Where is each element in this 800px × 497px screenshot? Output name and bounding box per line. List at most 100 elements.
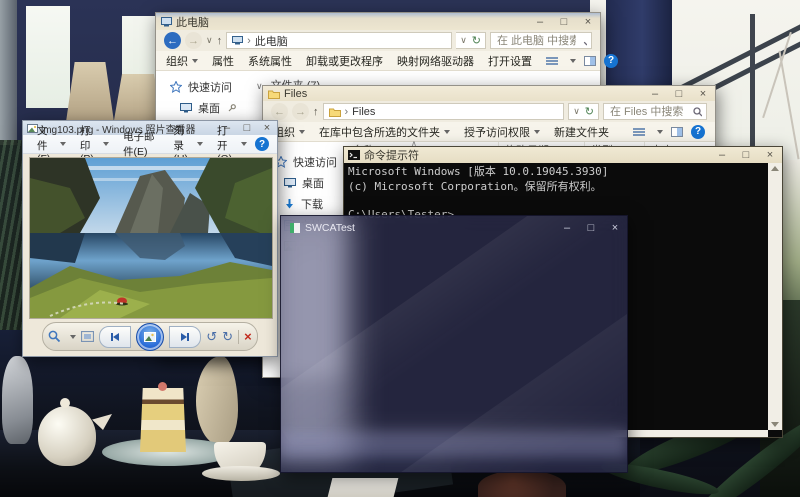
desktop: 此电脑 – □ × ← → ∨ ↑ › 此电脑 ∨ ↻	[0, 0, 800, 497]
toolbar-properties[interactable]: 属性	[212, 53, 234, 69]
help-icon[interactable]: ?	[255, 137, 269, 151]
this-pc-icon	[161, 17, 172, 27]
dropdown-arrow-icon	[299, 130, 305, 134]
preview-pane-icon[interactable]	[671, 127, 683, 137]
wallpaper-cake-cherry	[158, 382, 167, 391]
menu-email[interactable]: 电子邮件(E)	[117, 129, 165, 159]
actual-size-icon[interactable]	[81, 331, 94, 342]
desktop-icon	[284, 178, 296, 188]
back-button[interactable]: ←	[164, 32, 181, 49]
zoom-icon[interactable]	[48, 330, 61, 343]
cmd-titlebar[interactable]: 命令提示符 – □ ×	[344, 147, 782, 163]
search-input[interactable]	[495, 34, 578, 48]
rotate-clockwise-button[interactable]: ↻	[222, 329, 233, 345]
close-button[interactable]: ×	[758, 147, 782, 163]
maximize-button[interactable]: □	[734, 147, 758, 163]
maximize-button[interactable]: □	[667, 86, 691, 101]
scroll-up-icon[interactable]	[771, 166, 779, 171]
preview-pane-icon[interactable]	[584, 56, 596, 66]
breadcrumb[interactable]: › 此电脑	[226, 32, 452, 49]
toolbar-new-folder[interactable]: 新建文件夹	[554, 124, 609, 140]
wallpaper-teapot	[38, 406, 96, 466]
forward-button[interactable]: →	[292, 103, 309, 120]
toolbar-give-access[interactable]: 授予访问权限	[464, 124, 540, 140]
toolbar-open-settings[interactable]: 打开设置	[488, 53, 532, 69]
minimize-button[interactable]: –	[555, 216, 579, 240]
view-dropdown-arrow-icon[interactable]	[657, 130, 663, 134]
pin-icon	[228, 104, 236, 112]
help-icon[interactable]: ?	[604, 54, 618, 68]
sidebar-label: 下载	[301, 196, 323, 212]
wallpaper-cake	[140, 388, 186, 452]
swca-app-icon	[290, 223, 300, 233]
address-dropdown[interactable]: ∨	[460, 35, 467, 46]
list-view-icon[interactable]	[546, 56, 558, 66]
sidebar-label: 快速访问	[188, 79, 232, 95]
sidebar-item-quick-access[interactable]: 快速访问	[170, 79, 248, 95]
wallpaper-statue	[2, 356, 33, 444]
next-icon	[187, 333, 189, 341]
sidebar-item-quick-access[interactable]: 快速访问	[275, 154, 347, 170]
refresh-button[interactable]: ↻	[585, 105, 594, 118]
desktop-icon	[180, 103, 192, 113]
dropdown-arrow-icon	[192, 59, 198, 63]
wallpaper-chair-back	[196, 356, 238, 446]
files-address-bar: ← → ↑ › Files ∨ ↻	[263, 101, 715, 122]
dropdown-arrow-icon	[534, 130, 540, 134]
dropdown-arrow-icon	[241, 142, 247, 146]
search-input[interactable]	[608, 105, 693, 119]
cmd-line-copyright: (c) Microsoft Corporation。保留所有权利。	[348, 180, 764, 195]
crumb-separator: ›	[247, 35, 251, 47]
breadcrumb-location[interactable]: Files	[352, 106, 375, 118]
up-button[interactable]: ↑	[313, 106, 319, 118]
history-dropdown[interactable]: ∨	[206, 35, 213, 46]
files-title: Files	[284, 88, 307, 100]
list-view-icon[interactable]	[633, 127, 645, 137]
files-toolbar: 组织 在库中包含所选的文件夹 授予访问权限 新建文件夹 ?	[263, 122, 715, 142]
swca-titlebar[interactable]: SWCATest – □ ×	[281, 216, 627, 240]
files-titlebar[interactable]: Files – □ ×	[263, 86, 715, 101]
crumb-separator: ›	[345, 106, 349, 118]
zoom-dropdown-arrow-icon[interactable]	[70, 335, 76, 339]
minimize-button[interactable]: –	[643, 86, 667, 101]
close-button[interactable]: ×	[603, 216, 627, 240]
address-dropdown[interactable]: ∨	[573, 106, 580, 117]
previous-button[interactable]	[99, 326, 131, 348]
cmd-vertical-scrollbar[interactable]	[768, 163, 782, 430]
breadcrumb-location[interactable]: 此电脑	[255, 33, 288, 49]
delete-button[interactable]: ×	[244, 329, 252, 344]
cmd-title: 命令提示符	[364, 147, 419, 163]
this-pc-toolbar: 组织 属性 系统属性 卸载或更改程序 映射网络驱动器 打开设置 ?	[156, 51, 600, 71]
cmd-icon	[348, 150, 360, 160]
toolbar-uninstall[interactable]: 卸载或更改程序	[306, 53, 383, 69]
toolbar-system-properties[interactable]: 系统属性	[248, 53, 292, 69]
close-button[interactable]: ×	[257, 121, 277, 135]
up-button[interactable]: ↑	[217, 35, 223, 47]
scroll-down-icon[interactable]	[771, 422, 779, 427]
minimize-button[interactable]: –	[528, 13, 552, 30]
toolbar-organize[interactable]: 组织	[166, 53, 198, 69]
sidebar-item-desktop[interactable]: 桌面	[275, 175, 347, 191]
play-slideshow-button[interactable]	[136, 323, 164, 351]
this-pc-titlebar[interactable]: 此电脑 – □ ×	[156, 13, 600, 30]
minimize-button[interactable]: –	[710, 147, 734, 163]
close-button[interactable]: ×	[691, 86, 715, 101]
view-dropdown-arrow-icon[interactable]	[570, 59, 576, 63]
rotate-counterclockwise-button[interactable]: ↺	[206, 329, 217, 345]
forward-button[interactable]: →	[185, 32, 202, 49]
sidebar-item-downloads[interactable]: 下载	[275, 196, 347, 212]
close-button[interactable]: ×	[576, 13, 600, 30]
next-button[interactable]	[169, 326, 201, 348]
breadcrumb[interactable]: › Files	[323, 103, 565, 120]
maximize-button[interactable]: □	[552, 13, 576, 30]
search-box[interactable]	[490, 32, 592, 49]
maximize-button[interactable]: □	[579, 216, 603, 240]
toolbar-map-drive[interactable]: 映射网络驱动器	[397, 53, 474, 69]
back-button[interactable]: ←	[271, 103, 288, 120]
toolbar-include-in-library[interactable]: 在库中包含所选的文件夹	[319, 124, 450, 140]
sidebar-item-desktop[interactable]: 桌面	[170, 100, 248, 116]
help-icon[interactable]: ?	[691, 125, 705, 139]
dropdown-arrow-icon	[60, 142, 66, 146]
refresh-button[interactable]: ↻	[472, 34, 481, 47]
search-box[interactable]	[603, 103, 707, 120]
